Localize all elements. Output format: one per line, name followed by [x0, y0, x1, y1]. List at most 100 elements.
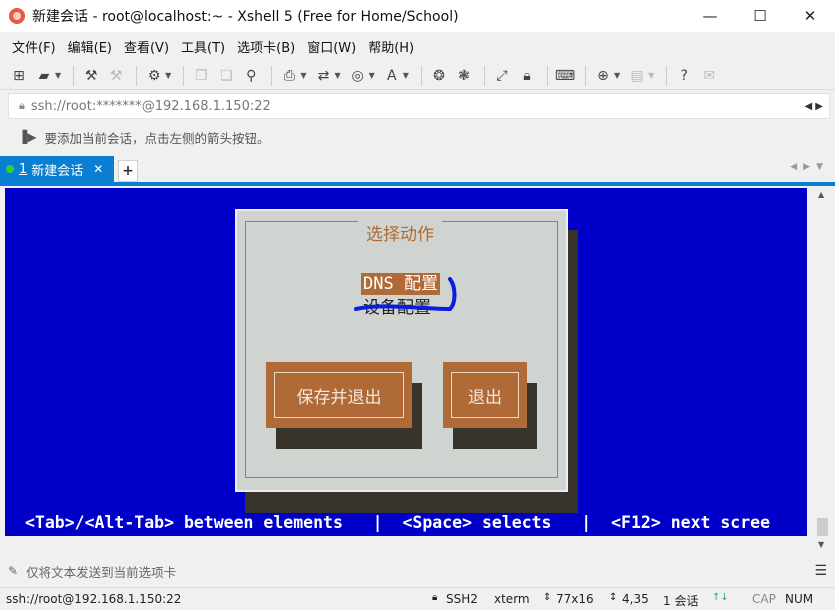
- compose-icon: ✎: [8, 564, 19, 578]
- terminal-help-line: <Tab>/<Alt-Tab> between elements | <Spac…: [25, 513, 771, 532]
- save-and-exit-label: 保存并退出: [274, 372, 404, 418]
- xshell-app-icon: [9, 8, 25, 24]
- save-and-exit-button[interactable]: 保存并退出: [266, 362, 412, 428]
- status-terminal-type: xterm: [494, 592, 530, 606]
- toolbar-divider: [183, 65, 185, 86]
- select-action-dialog: 选择动作 DNS 配置 设备配置 保存并退出 退出: [235, 209, 568, 492]
- font-icon[interactable]: A: [381, 65, 403, 87]
- copy-icon: ❐: [195, 67, 208, 84]
- arrow-marker-icon[interactable]: ▐▶: [18, 130, 36, 144]
- minimize-button[interactable]: —: [685, 0, 735, 32]
- status-num: NUM: [785, 592, 814, 606]
- disconnect-icon: ⚒: [109, 67, 123, 84]
- transfer-dropdown-icon[interactable]: ▼: [334, 71, 340, 80]
- layout-dropdown-icon: ▼: [648, 71, 655, 80]
- compose-bar[interactable]: ✎ 仅将文本发送到当前选项卡 ☰: [0, 558, 835, 584]
- tab-bar: 1 新建会话 ✕ + ◀▶▼: [0, 156, 835, 182]
- tab-scroll-icon[interactable]: ◀▶▼: [790, 162, 829, 172]
- scroll-up-icon[interactable]: ▲: [818, 190, 824, 199]
- open-dropdown-icon[interactable]: ▼: [55, 71, 61, 80]
- tab-close-icon[interactable]: ✕: [93, 162, 103, 176]
- paste-icon: ❏: [220, 67, 233, 84]
- tab-label: 新建会话: [31, 163, 84, 179]
- close-button[interactable]: ✕: [785, 0, 835, 32]
- new-tab-dropdown-icon[interactable]: ▼: [614, 71, 620, 80]
- print-dropdown-icon[interactable]: ▼: [300, 71, 306, 80]
- quit-button[interactable]: 退出: [443, 362, 527, 428]
- connect-icon[interactable]: ⚒: [80, 65, 102, 87]
- help-icon[interactable]: ?: [673, 65, 695, 87]
- menu-tools[interactable]: 工具(T): [181, 37, 225, 56]
- toolbar-divider: [271, 65, 273, 86]
- menu-tab[interactable]: 选项卡(B): [237, 37, 295, 56]
- window-controls: — ☐ ✕: [685, 0, 835, 32]
- tab-number: 1: [19, 161, 28, 177]
- address-text[interactable]: ssh://root:*******@192.168.1.150:22: [31, 99, 271, 114]
- menu-bar: 文件(F) 编辑(E) 查看(V) 工具(T) 选项卡(B) 窗口(W) 帮助(…: [0, 34, 835, 58]
- compose-placeholder[interactable]: 仅将文本发送到当前选项卡: [26, 562, 176, 581]
- menu-help[interactable]: 帮助(H): [368, 37, 414, 56]
- scroll-thumb[interactable]: [817, 518, 828, 536]
- menu-edit[interactable]: 编辑(E): [68, 37, 112, 56]
- lock-icon: 🔒︎: [19, 99, 25, 112]
- toolbar: ⊞ ▰ ▼ ⚒ ⚒ ⚙ ▼ ❐ ❏ ⚲ ⎙ ▼ ⇄ ▼ ◎ ▼ A ▼ ❂ ❃ ⤢ 🔒︎ ⌨…: [0, 62, 835, 90]
- xmanager-icon[interactable]: ❃: [453, 65, 475, 87]
- toolbar-divider: [420, 65, 422, 86]
- menu-window[interactable]: 窗口(W): [307, 37, 356, 56]
- status-bar: ssh://root@192.168.1.150:22 🔒︎ SSH2 xter…: [0, 587, 835, 610]
- status-lock-icon: 🔒︎: [432, 592, 438, 603]
- tab-new-session[interactable]: 1 新建会话 ✕: [0, 156, 114, 182]
- chat-icon: ✉: [703, 67, 716, 84]
- new-tab-icon[interactable]: ⊕: [592, 65, 614, 87]
- new-session-icon[interactable]: ⊞: [8, 65, 30, 87]
- status-protocol: SSH2: [446, 592, 478, 606]
- globe-icon[interactable]: ◎: [347, 65, 369, 87]
- find-icon[interactable]: ⚲: [240, 65, 262, 87]
- maximize-button[interactable]: ☐: [735, 0, 785, 32]
- layout-icon: ▤: [630, 67, 644, 84]
- status-sessions: 1 会话: [663, 594, 699, 608]
- terminal-area[interactable]: 选择动作 DNS 配置 设备配置 保存并退出 退出 <Tab>/<Alt-Tab…: [5, 188, 807, 536]
- menu-file[interactable]: 文件(F): [12, 37, 56, 56]
- status-size-icon: ⇕: [543, 592, 552, 603]
- terminal-scrollbar[interactable]: ▲ ▼: [815, 188, 830, 553]
- menu-view[interactable]: 查看(V): [124, 37, 169, 56]
- address-nav-icon[interactable]: ◀ ▶: [804, 101, 823, 112]
- add-tab-button[interactable]: +: [118, 160, 138, 182]
- tab-underline: [0, 182, 835, 186]
- transfer-icon[interactable]: ⇄: [312, 65, 334, 87]
- toolbar-divider: [584, 65, 586, 86]
- connected-status-icon: [6, 165, 14, 173]
- annotation-underline: [354, 277, 457, 312]
- dialog-title: 选择动作: [358, 220, 442, 245]
- toolbar-divider: [483, 65, 485, 86]
- open-folder-icon[interactable]: ▰: [33, 65, 55, 87]
- status-size: 77x16: [556, 592, 594, 606]
- xftp-icon[interactable]: ❂: [428, 65, 450, 87]
- properties-icon[interactable]: ⚙: [143, 65, 165, 87]
- quit-label: 退出: [451, 372, 519, 418]
- scroll-down-icon[interactable]: ▼: [818, 540, 824, 549]
- status-transfer-icon: ↑↓: [712, 592, 729, 603]
- globe-dropdown-icon[interactable]: ▼: [369, 71, 375, 80]
- lock-icon[interactable]: 🔒︎: [516, 65, 538, 87]
- status-connection: ssh://root@192.168.1.150:22: [6, 592, 182, 606]
- hint-bar: ▐▶ 要添加当前会话，点击左侧的箭头按钮。: [8, 124, 830, 150]
- status-cursor-icon: ↕: [609, 592, 618, 603]
- properties-dropdown-icon[interactable]: ▼: [165, 71, 171, 80]
- hint-text: 要添加当前会话，点击左侧的箭头按钮。: [44, 130, 270, 146]
- toolbar-divider: [136, 65, 138, 86]
- status-cursor: 4,35: [622, 592, 649, 606]
- address-bar[interactable]: 🔒︎ ssh://root:*******@192.168.1.150:22 ◀…: [8, 93, 830, 119]
- title-bar: 新建会话 - root@localhost:~ - Xshell 5 (Free…: [0, 0, 835, 32]
- toolbar-divider: [73, 65, 75, 86]
- compose-menu-icon[interactable]: ☰: [814, 563, 827, 579]
- window-title: 新建会话 - root@localhost:~ - Xshell 5 (Free…: [32, 9, 459, 25]
- font-dropdown-icon[interactable]: ▼: [403, 71, 409, 80]
- print-icon[interactable]: ⎙: [278, 65, 300, 87]
- status-cap: CAP: [752, 592, 776, 606]
- keyboard-icon[interactable]: ⌨: [554, 65, 576, 87]
- fullscreen-icon[interactable]: ⤢: [491, 65, 513, 87]
- toolbar-divider: [546, 65, 548, 86]
- toolbar-divider: [666, 65, 668, 86]
